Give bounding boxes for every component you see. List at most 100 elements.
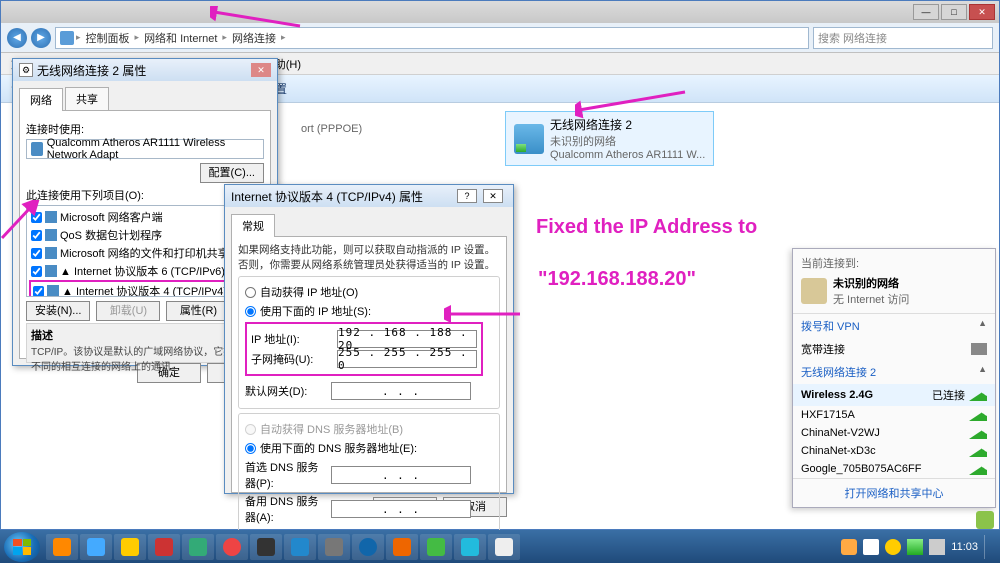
- tab-strip: 网络 共享: [19, 87, 271, 111]
- close-button[interactable]: ✕: [969, 4, 995, 20]
- wifi-item[interactable]: HXF1715A: [793, 406, 995, 424]
- dialog-close-button[interactable]: ✕: [251, 63, 271, 77]
- install-button[interactable]: 安装(N)...: [26, 301, 90, 321]
- taskbar: 11:03: [0, 530, 1000, 563]
- configure-button[interactable]: 配置(C)...: [200, 163, 264, 183]
- tray-network-icon[interactable]: [907, 539, 923, 555]
- system-tray: 11:03: [841, 535, 996, 559]
- taskbar-icon[interactable]: [386, 534, 418, 560]
- dialog-title-text: 无线网络连接 2 属性: [37, 62, 146, 79]
- pref-dns-label: 首选 DNS 服务器(P):: [245, 459, 327, 491]
- adapter-name: Qualcomm Atheros AR1111 Wireless Network…: [47, 137, 259, 161]
- pref-dns-input[interactable]: . . .: [331, 466, 471, 484]
- gateway-label: 默认网关(D):: [245, 383, 327, 399]
- taskbar-icon[interactable]: [148, 534, 180, 560]
- connection-title: 无线网络连接 2: [550, 116, 705, 133]
- taskbar-icon[interactable]: [182, 534, 214, 560]
- wifi-item[interactable]: Google_705B075AC6FF: [793, 460, 995, 478]
- adapter-icon: [31, 142, 43, 156]
- adapter-field[interactable]: Qualcomm Atheros AR1111 Wireless Network…: [26, 139, 264, 159]
- dialog-title-text: Internet 协议版本 4 (TCP/IPv4) 属性: [231, 188, 423, 205]
- tab-general[interactable]: 常规: [231, 214, 275, 237]
- connection-item[interactable]: 无线网络连接 2 未识别的网络 Qualcomm Atheros AR1111 …: [505, 111, 714, 166]
- alt-dns-input[interactable]: . . .: [331, 500, 471, 518]
- show-desktop-button[interactable]: [984, 535, 992, 559]
- subnet-mask-input[interactable]: 255 . 255 . 255 . 0: [337, 350, 477, 368]
- flyout-net-status: 无 Internet 访问: [833, 294, 909, 306]
- connection-status: 未识别的网络: [550, 133, 705, 149]
- tray-icon[interactable]: [885, 539, 901, 555]
- radio-auto-dns[interactable]: 自动获得 DNS 服务器地址(B): [245, 421, 493, 437]
- control-panel-icon: [60, 31, 74, 45]
- search-input[interactable]: 搜索 网络连接: [813, 27, 993, 49]
- signal-icon: [969, 427, 987, 439]
- connection-adapter: Qualcomm Atheros AR1111 W...: [550, 149, 705, 161]
- tray-volume-icon[interactable]: [929, 539, 945, 555]
- connect-using-label: 连接时使用:: [26, 121, 264, 137]
- taskbar-icon[interactable]: [284, 534, 316, 560]
- taskbar-icon[interactable]: [318, 534, 350, 560]
- taskbar-icon[interactable]: [80, 534, 112, 560]
- radio-manual-dns[interactable]: 使用下面的 DNS 服务器地址(E):: [245, 440, 493, 456]
- tray-icon[interactable]: [863, 539, 879, 555]
- breadcrumb[interactable]: ▸ 控制面板 ▸ 网络和 Internet ▸ 网络连接 ▸: [55, 27, 809, 49]
- flyout-section-vpn[interactable]: 拨号和 VPN▲: [793, 314, 995, 338]
- taskbar-icon[interactable]: [250, 534, 282, 560]
- ip-fieldset: 自动获得 IP 地址(O) 使用下面的 IP 地址(S): IP 地址(I):1…: [238, 276, 500, 409]
- ip-highlight-box: IP 地址(I):192 . 168 . 188 . 20 子网掩码(U):25…: [245, 322, 483, 376]
- wifi-item[interactable]: ChinaNet-V2WJ: [793, 424, 995, 442]
- taskbar-icon[interactable]: [420, 534, 452, 560]
- taskbar-icon[interactable]: [216, 534, 248, 560]
- pppoe-label: ort (PPPOE): [301, 123, 362, 135]
- dialog-titlebar: ⚙ 无线网络连接 2 属性 ✕: [13, 59, 277, 81]
- connection-text: 无线网络连接 2 未识别的网络 Qualcomm Atheros AR1111 …: [550, 116, 705, 161]
- taskbar-icon[interactable]: [46, 534, 78, 560]
- flyout-head-label: 当前连接到:: [801, 258, 859, 270]
- broadband-item[interactable]: 宽带连接: [793, 338, 995, 360]
- mask-label: 子网掩码(U):: [251, 351, 333, 367]
- flyout-net-name: 未识别的网络: [833, 278, 899, 290]
- nav-forward-button[interactable]: ▶: [31, 28, 51, 48]
- ip-label: IP 地址(I):: [251, 331, 333, 347]
- ime-indicator[interactable]: [952, 499, 994, 529]
- dialog-close-button[interactable]: ✕: [483, 189, 503, 203]
- breadcrumb-item[interactable]: 网络连接: [229, 30, 279, 46]
- radio-auto-ip[interactable]: 自动获得 IP 地址(O): [245, 284, 493, 300]
- signal-icon: [969, 463, 987, 475]
- pinned-apps: [46, 534, 520, 560]
- help-button[interactable]: ?: [457, 189, 477, 203]
- nav-back-button[interactable]: ◀: [7, 28, 27, 48]
- radio-manual-ip[interactable]: 使用下面的 IP 地址(S):: [245, 303, 493, 319]
- tab-network[interactable]: 网络: [19, 88, 63, 111]
- tray-icon[interactable]: [841, 539, 857, 555]
- taskbar-icon[interactable]: [488, 534, 520, 560]
- dialog-icon: ⚙: [19, 63, 33, 77]
- network-flyout: 当前连接到: 未识别的网络 无 Internet 访问 拨号和 VPN▲ 宽带连…: [792, 248, 996, 508]
- properties-button[interactable]: 属性(R): [166, 301, 230, 321]
- uninstall-button[interactable]: 卸载(U): [96, 301, 160, 321]
- alt-dns-label: 备用 DNS 服务器(A):: [245, 493, 327, 525]
- dns-fieldset: 自动获得 DNS 服务器地址(B) 使用下面的 DNS 服务器地址(E): 首选…: [238, 413, 500, 534]
- gateway-input[interactable]: . . .: [331, 382, 471, 400]
- breadcrumb-item[interactable]: 控制面板: [83, 30, 133, 46]
- dialog-titlebar: Internet 协议版本 4 (TCP/IPv4) 属性 ? ✕: [225, 185, 513, 207]
- maximize-button[interactable]: □: [941, 4, 967, 20]
- info-text: 如果网络支持此功能，则可以获取自动指派的 IP 设置。否则，你需要从网络系统管理…: [238, 243, 500, 272]
- flyout-section-wifi[interactable]: 无线网络连接 2▲: [793, 360, 995, 384]
- taskbar-icon[interactable]: [114, 534, 146, 560]
- minimize-button[interactable]: —: [913, 4, 939, 20]
- ipv4-properties-dialog: Internet 协议版本 4 (TCP/IPv4) 属性 ? ✕ 常规 如果网…: [224, 184, 514, 494]
- signal-icon: [969, 389, 987, 401]
- clock[interactable]: 11:03: [951, 541, 978, 553]
- wifi-adapter-icon: [514, 124, 544, 154]
- signal-icon: [969, 445, 987, 457]
- tab-sharing[interactable]: 共享: [65, 87, 109, 110]
- breadcrumb-item[interactable]: 网络和 Internet: [141, 30, 220, 46]
- taskbar-icon[interactable]: [352, 534, 384, 560]
- taskbar-icon[interactable]: [454, 534, 486, 560]
- wifi-item[interactable]: ChinaNet-xD3c: [793, 442, 995, 460]
- start-button[interactable]: [4, 532, 40, 562]
- wifi-item[interactable]: Wireless 2.4G已连接: [793, 384, 995, 406]
- window-titlebar: — □ ✕: [1, 1, 999, 23]
- signal-icon: [969, 409, 987, 421]
